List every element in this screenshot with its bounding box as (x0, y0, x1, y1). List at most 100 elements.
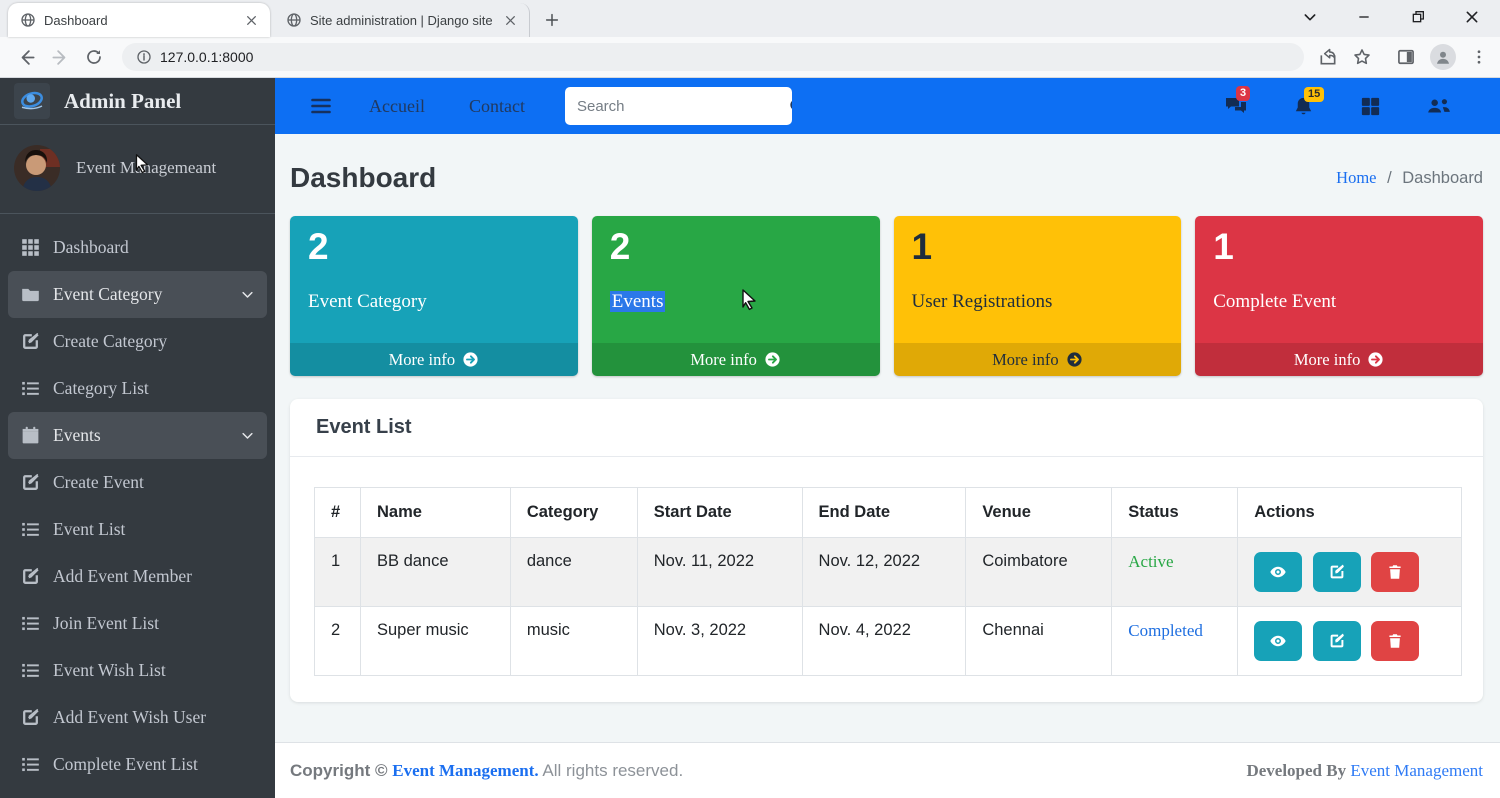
view-button[interactable] (1254, 621, 1302, 661)
nav-link-accueil[interactable]: Accueil (369, 96, 425, 117)
col-header-num: # (315, 488, 361, 538)
notifications-badge: 15 (1304, 87, 1324, 102)
notifications-button[interactable]: 15 (1292, 95, 1315, 118)
globe-favicon-icon (286, 12, 302, 28)
grid-icon[interactable] (1359, 95, 1382, 118)
browser-tab-strip: Dashboard Site administration | Django s… (0, 0, 1500, 37)
card-value: 2 (592, 216, 880, 269)
breadcrumb-home-link[interactable]: Home (1336, 168, 1376, 187)
event-table: # Name Category Start Date End Date Venu… (314, 487, 1462, 676)
search-button[interactable] (788, 87, 792, 125)
hamburger-icon[interactable] (309, 94, 333, 118)
card-value: 1 (894, 216, 1182, 269)
brand-logo-icon (14, 83, 50, 119)
sidebar-item-event-list[interactable]: Event List (8, 506, 267, 553)
breadcrumb: Home / Dashboard (1336, 168, 1483, 188)
status-badge: Completed (1128, 621, 1203, 640)
breadcrumb-current: Dashboard (1402, 169, 1483, 187)
more-info-link[interactable]: More info (1195, 343, 1483, 376)
edit-icon (20, 331, 41, 352)
reload-button[interactable] (80, 43, 108, 71)
view-button[interactable] (1254, 552, 1302, 592)
messages-button[interactable]: 3 (1224, 94, 1248, 118)
sidebar-item-event-wish-list[interactable]: Event Wish List (8, 647, 267, 694)
trash-icon (1386, 563, 1404, 581)
sidebar-item-dashboard[interactable]: Dashboard (8, 224, 267, 271)
brand[interactable]: Admin Panel (0, 78, 275, 125)
window-close-button[interactable] (1462, 7, 1482, 27)
new-tab-button[interactable] (538, 6, 566, 34)
table-row: 1 BB dance dance Nov. 11, 2022 Nov. 12, … (315, 538, 1462, 607)
sidebar-item-add-event-member[interactable]: Add Event Member (8, 553, 267, 600)
card-label: Events (592, 269, 880, 313)
profile-avatar-button[interactable] (1430, 44, 1456, 70)
card-label: Event Category (290, 269, 578, 313)
nav-link-contact[interactable]: Contact (469, 96, 525, 117)
browser-tab-django-admin[interactable]: Site administration | Django site (274, 3, 530, 37)
edit-icon (20, 707, 41, 728)
edit-icon (1328, 632, 1346, 650)
trash-icon (1386, 632, 1404, 650)
edit-icon (20, 472, 41, 493)
list-icon (20, 660, 41, 681)
tab-search-chevron-icon[interactable] (1300, 7, 1320, 27)
back-button[interactable] (12, 43, 40, 71)
list-icon (20, 378, 41, 399)
address-bar[interactable]: 127.0.0.1:8000 (122, 43, 1304, 71)
folder-icon (20, 284, 41, 305)
delete-button[interactable] (1371, 621, 1419, 661)
col-header-status: Status (1112, 488, 1238, 538)
copyright-text: Copyright © (290, 761, 392, 780)
users-icon[interactable] (1426, 93, 1452, 119)
edit-icon (20, 566, 41, 587)
tab-close-button[interactable] (242, 11, 260, 29)
calendar-icon (20, 425, 41, 446)
browser-menu-kebab-icon[interactable] (1470, 48, 1488, 66)
bookmark-star-icon[interactable] (1352, 47, 1372, 67)
developed-by-link[interactable]: Event Management (1350, 761, 1483, 780)
url-text: 127.0.0.1:8000 (160, 49, 253, 65)
messages-badge: 3 (1236, 86, 1250, 101)
sidebar-item-complete-event-list[interactable]: Complete Event List (8, 741, 267, 788)
tab-close-button[interactable] (501, 11, 519, 29)
card-events: 2 Events More info (592, 216, 880, 376)
sidebar-item-join-event-list[interactable]: Join Event List (8, 600, 267, 647)
side-panel-icon[interactable] (1396, 47, 1416, 67)
edit-button[interactable] (1313, 552, 1361, 592)
arrow-circle-right-icon (1367, 351, 1384, 368)
card-value: 2 (290, 216, 578, 269)
sidebar-item-create-event[interactable]: Create Event (8, 459, 267, 506)
share-icon[interactable] (1318, 47, 1338, 67)
edit-button[interactable] (1313, 621, 1361, 661)
copyright-link[interactable]: Event Management. (392, 761, 538, 780)
status-badge: Active (1128, 552, 1173, 571)
eye-icon (1269, 632, 1287, 650)
forward-button[interactable] (46, 43, 74, 71)
sidebar-item-events[interactable]: Events (8, 412, 267, 459)
top-navbar: Accueil Contact 3 15 (275, 78, 1500, 134)
sidebar-item-add-event-wish-user[interactable]: Add Event Wish User (8, 694, 267, 741)
browser-tab-dashboard[interactable]: Dashboard (8, 3, 270, 37)
user-panel[interactable]: Event Managemeant (0, 125, 275, 214)
more-info-link[interactable]: More info (592, 343, 880, 376)
page-footer: Copyright © Event Management. All rights… (275, 742, 1500, 798)
more-info-link[interactable]: More info (894, 343, 1182, 376)
developed-by-text: Developed By (1246, 761, 1350, 780)
globe-favicon-icon (20, 12, 36, 28)
sidebar-item-category-list[interactable]: Category List (8, 365, 267, 412)
more-info-link[interactable]: More info (290, 343, 578, 376)
window-minimize-button[interactable] (1354, 7, 1374, 27)
page-info-icon[interactable] (136, 49, 152, 65)
window-restore-button[interactable] (1408, 7, 1428, 27)
sidebar-item-event-category[interactable]: Event Category (8, 271, 267, 318)
sidebar-item-create-category[interactable]: Create Category (8, 318, 267, 365)
content-area: Dashboard Home / Dashboard 2 Event Categ… (275, 134, 1500, 742)
delete-button[interactable] (1371, 552, 1419, 592)
search-input[interactable] (565, 87, 788, 125)
card-label: User Registrations (894, 269, 1182, 313)
col-header-category: Category (510, 488, 637, 538)
card-value: 1 (1195, 216, 1483, 269)
table-row: 2 Super music music Nov. 3, 2022 Nov. 4,… (315, 607, 1462, 676)
sidebar: Admin Panel Event Managemeant Dashboard … (0, 78, 275, 798)
list-icon (20, 613, 41, 634)
